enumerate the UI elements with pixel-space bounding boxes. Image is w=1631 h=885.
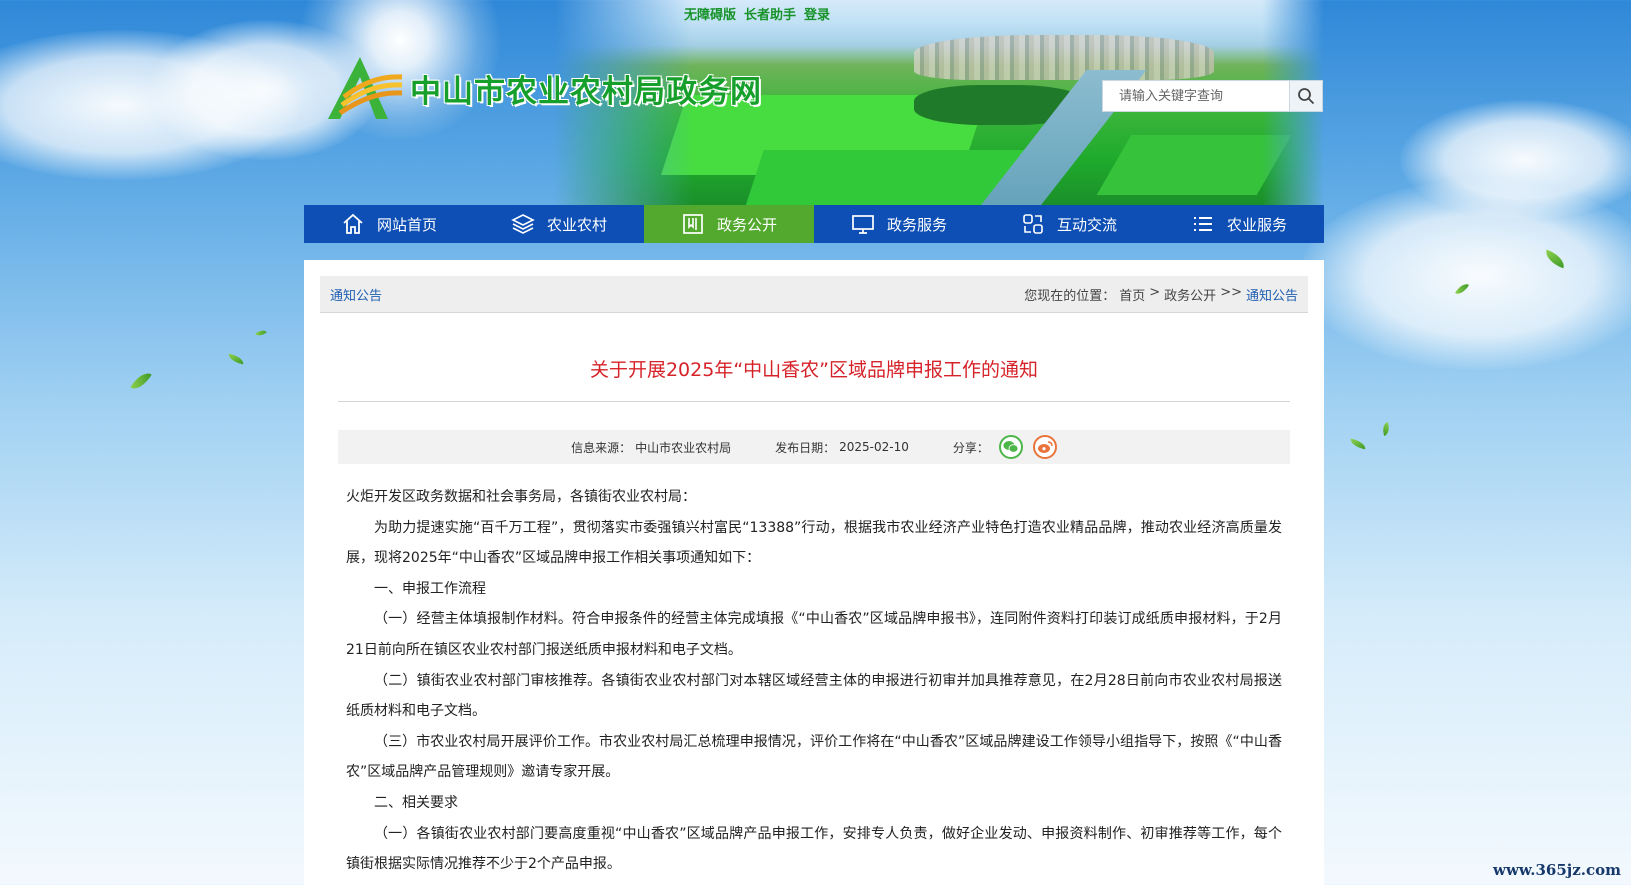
search-button[interactable] [1289, 81, 1322, 111]
site-title: 中山市农业农村局政务网 [410, 73, 762, 110]
nav-item-home[interactable]: 网站首页 [304, 205, 474, 243]
leaf-decoration [1349, 438, 1367, 450]
leaf-decoration [255, 327, 267, 339]
nav-item-services[interactable]: 政务服务 [814, 205, 984, 243]
wechat-icon [1003, 441, 1019, 453]
village-area [914, 35, 1214, 80]
share-weibo-button[interactable] [1032, 435, 1057, 459]
content-panel: 通知公告 您现在的位置： 首页 > 政务公开 >> 通知公告 关于开展2025年… [304, 260, 1324, 885]
logo-emblem-icon [324, 55, 404, 121]
nav-item-agri-services[interactable]: 农业服务 [1154, 205, 1324, 243]
leaf-decoration [130, 368, 152, 394]
article-body: 火炬开发区政务数据和社会事务局，各镇街农业农村局： 为助力提速实施“百千万工程”… [346, 482, 1282, 880]
nav-item-government-affairs[interactable]: 政务公开 [644, 205, 814, 243]
breadcrumb-section-link[interactable]: 政务公开 [1164, 285, 1216, 304]
nav-item-interaction[interactable]: 互动交流 [984, 205, 1154, 243]
breadcrumb-current-link[interactable]: 通知公告 [1246, 285, 1298, 304]
list-icon [1193, 217, 1212, 231]
nav-label: 网站首页 [376, 215, 437, 234]
source-value: 中山市农业农村局 [635, 440, 732, 455]
breadcrumb-prefix: 您现在的位置： [1024, 288, 1116, 304]
breadcrumb-separator: > [1149, 284, 1161, 300]
title-divider [338, 401, 1290, 402]
category-label[interactable]: 通知公告 [330, 285, 382, 304]
breadcrumb-separator: >> [1220, 284, 1242, 300]
share-group: 分享： [953, 435, 1057, 459]
article-meta: 信息来源： 中山市农业农村局 发布日期： 2025-02-10 分享： [338, 430, 1290, 464]
login-link[interactable]: 登录 [804, 4, 830, 23]
search-input[interactable] [1103, 81, 1289, 111]
paragraph: 为助力提速实施“百千万工程”，贯彻落实市委强镇兴村富民“13388”行动，根据我… [346, 519, 1282, 567]
watermark: www.365jz.com [1493, 861, 1621, 879]
weibo-icon [1037, 441, 1053, 453]
date-label: 发布日期： [775, 440, 836, 455]
layers-icon [511, 214, 535, 234]
paragraph: （二）镇街农业农村部门审核推荐。各镇街农业农村部门对本辖区域经营主体的申报进行初… [346, 672, 1282, 720]
exchange-icon [1023, 214, 1043, 234]
source-info: 信息来源： 中山市农业农村局 [571, 439, 731, 456]
nav-label: 农业服务 [1226, 215, 1287, 234]
book-icon [683, 214, 703, 234]
elderly-assistant-link[interactable]: 长者助手 [744, 4, 796, 23]
breadcrumb-home-link[interactable]: 首页 [1119, 285, 1145, 304]
share-label: 分享： [952, 440, 989, 455]
nav-item-agriculture[interactable]: 农业农村 [474, 205, 644, 243]
nav-label: 农业农村 [546, 215, 607, 234]
nav-label: 互动交流 [1056, 215, 1117, 234]
monitor-icon [852, 215, 874, 234]
article-title: 关于开展2025年“中山香农”区域品牌申报工作的通知 [589, 359, 1039, 381]
paragraph: 火炬开发区政务数据和社会事务局，各镇街农业农村局： [346, 489, 696, 505]
paragraph: （一）经营主体填报制作材料。符合申报条件的经营主体完成填报《“中山香农”区域品牌… [346, 611, 1282, 658]
share-wechat-button[interactable] [998, 435, 1023, 459]
home-icon [343, 213, 363, 234]
date-value: 2025-02-10 [839, 440, 909, 454]
paragraph: （一）各镇街农业农村部门要高度重视“中山香农”区域品牌产品申报工作，安排专人负责… [346, 825, 1282, 873]
accessibility-link[interactable]: 无障碍版 [684, 4, 736, 23]
nav-label: 政务服务 [886, 215, 947, 234]
paragraph: （三）市农业农村局开展评价工作。市农业农村局汇总梳理申报情况，评价工作将在“中山… [346, 733, 1282, 781]
source-label: 信息来源： [571, 440, 632, 455]
search-icon [1298, 88, 1315, 105]
search-box [1102, 80, 1323, 112]
breadcrumb: 您现在的位置： 首页 > 政务公开 >> 通知公告 [1024, 285, 1298, 304]
site-logo[interactable]: 中山市农业农村局政务网 [324, 55, 762, 121]
breadcrumb-bar: 通知公告 您现在的位置： 首页 > 政务公开 >> 通知公告 [320, 276, 1308, 313]
paragraph: 二、相关要求 [374, 794, 458, 811]
leaf-decoration [227, 353, 245, 365]
leaf-decoration [1380, 421, 1392, 437]
top-links: 无障碍版 长者助手 登录 [684, 4, 830, 23]
date-info: 发布日期： 2025-02-10 [775, 439, 909, 456]
site-header: 无障碍版 长者助手 登录 中山市农业农村局政务网 [304, 0, 1324, 205]
rice-field [744, 150, 1024, 205]
rice-field [1096, 135, 1292, 195]
paragraph: 一、申报工作流程 [374, 580, 486, 597]
nav-label: 政务公开 [716, 215, 777, 234]
main-nav: 网站首页 农业农村 政务公开 政务服务 互动交流 农业服务 [304, 205, 1324, 243]
